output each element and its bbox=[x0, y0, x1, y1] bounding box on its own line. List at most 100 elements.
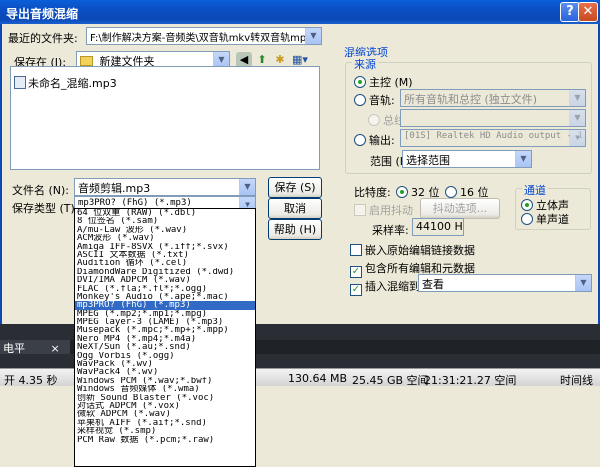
file-name: 未命名_混缩.mp3 bbox=[28, 77, 117, 90]
insert-mix-value: 查看 bbox=[422, 278, 444, 291]
filetype-option[interactable]: DVI/IMA ADPCM (*.wav) bbox=[75, 276, 255, 284]
radio-icon bbox=[368, 114, 380, 126]
radio-icon bbox=[445, 186, 457, 198]
filetype-option[interactable]: FLAC (*.fla;*.fl*;*.ogg) bbox=[75, 285, 255, 293]
checkbox-icon bbox=[354, 204, 366, 216]
filetype-option[interactable]: WavPack4 (*.wv) bbox=[75, 368, 255, 376]
save-button[interactable]: 保存 (S) bbox=[268, 177, 322, 198]
filename-label: 文件名 (N): bbox=[12, 184, 70, 197]
filetype-option[interactable]: 64 位双重 (RAW) (*.dbl) bbox=[75, 209, 255, 217]
output-select: [01S] Realtek HD Audio output - 1 ▼ bbox=[400, 129, 586, 147]
radio-icon bbox=[354, 134, 366, 146]
help-button[interactable]: 帮助 (H) bbox=[268, 219, 322, 240]
track-label: 音轨: bbox=[369, 94, 395, 107]
chevron-down-icon: ▼ bbox=[569, 90, 585, 106]
chevron-down-icon[interactable]: ▼ bbox=[305, 28, 321, 44]
filetype-option[interactable]: DiamondWare Digitized (*.dwd) bbox=[75, 268, 255, 276]
audio-file-icon bbox=[14, 76, 26, 89]
filetype-option[interactable]: 采样视觉 (*.smp) bbox=[75, 427, 255, 435]
tab-close-icon[interactable]: × bbox=[51, 342, 60, 355]
filetype-option[interactable]: mp3PRO? (FhG) (*.mp3) bbox=[75, 301, 255, 310]
filetype-option[interactable]: PCM Raw 数据 (*.pcm;*.raw) bbox=[75, 436, 255, 444]
filetype-option[interactable]: 苹果机 AIFF (*.aif;*.snd) bbox=[75, 419, 255, 427]
radio-icon bbox=[354, 94, 366, 106]
chevron-down-icon[interactable]: ▼ bbox=[239, 179, 255, 195]
chevron-down-icon: ▼ bbox=[569, 110, 585, 126]
filetype-option[interactable]: Ogg Vorbis (*.ogg) bbox=[75, 352, 255, 360]
checkmark-icon: ✓ bbox=[350, 284, 362, 296]
track-select: 所有音轨和总控 (独立文件) ▼ bbox=[400, 89, 586, 107]
output-value: [01S] Realtek HD Audio output - 1 bbox=[404, 131, 583, 141]
filetype-option[interactable]: Nero MP4 (*.mp4;*.m4a) bbox=[75, 335, 255, 343]
window-title: 导出音频混缩 bbox=[6, 7, 79, 21]
insert-mix-select[interactable]: 查看 ▼ bbox=[418, 274, 592, 292]
filetype-option[interactable]: WavPack (*.wv) bbox=[75, 360, 255, 368]
status-memory: 130.64 MB bbox=[288, 372, 348, 385]
track-radio[interactable]: 音轨: bbox=[354, 92, 395, 108]
filetype-option[interactable]: Windows 音频媒体 (*.wma) bbox=[75, 385, 255, 393]
output-radio[interactable]: 输出: bbox=[354, 132, 395, 148]
range-value: 选择范围 bbox=[406, 154, 450, 167]
filetype-option[interactable]: Amiga IFF-8SVX (*.iff;*.svx) bbox=[75, 243, 255, 251]
master-label: 主控 (M) bbox=[369, 76, 413, 89]
filename-value: 音频剪辑.mp3 bbox=[78, 182, 151, 195]
master-radio[interactable]: 主控 (M) bbox=[354, 74, 413, 90]
filetype-option[interactable]: A/mu-Law 波形 (*.wav) bbox=[75, 226, 255, 234]
filetype-option[interactable]: Musepack (*.mpc;*.mp+;*.mpp) bbox=[75, 326, 255, 334]
filetype-option[interactable]: Windows PCM (*.wav;*.bwf) bbox=[75, 377, 255, 385]
mono-label: 单声道 bbox=[536, 213, 569, 226]
track-value: 所有音轨和总控 (独立文件) bbox=[404, 93, 538, 106]
bitdepth-label: 比特度: bbox=[354, 186, 391, 199]
range-select[interactable]: 选择范围 ▼ bbox=[402, 150, 532, 168]
recent-folder-combo[interactable]: F:\制作解决方案-音频类\双音轨mkv转双音轨mpg\新建文件夹 ▼ bbox=[86, 27, 322, 45]
file-list[interactable]: 未命名_混缩.mp3 bbox=[10, 66, 320, 170]
filetype-option[interactable]: MPEG layer-3 (LAME) (*.mp3) bbox=[75, 318, 255, 326]
dither-options-button: 抖动选项... bbox=[420, 198, 500, 219]
chevron-down-icon[interactable]: ▼ bbox=[575, 275, 591, 291]
channel-title: 通道 bbox=[522, 182, 548, 198]
samplerate-value: 44100 Hz bbox=[412, 218, 464, 236]
filetype-option[interactable]: NeXT/Sun (*.au;*.snd) bbox=[75, 343, 255, 351]
filetype-option[interactable]: MPEG (*.mp2;*.mp1;*.mpg) bbox=[75, 310, 255, 318]
recent-folder-label: 最近的文件夹: bbox=[8, 32, 78, 45]
filetype-value: mp3PRO? (FhG) (*.mp3) bbox=[78, 198, 192, 208]
close-button[interactable]: ✕ bbox=[578, 2, 598, 22]
filetype-option[interactable]: Monkey's Audio (*.ape;*.mac) bbox=[75, 293, 255, 301]
mono-radio[interactable]: 单声道 bbox=[521, 211, 569, 227]
filetype-option[interactable]: 创新 Sound Blaster (*.voc) bbox=[75, 394, 255, 402]
insert-mix-label: 插入混缩到: bbox=[365, 280, 424, 293]
levels-tab[interactable]: 电平 × bbox=[0, 340, 70, 355]
embed-checkbox[interactable]: 嵌入原始编辑链接数据 bbox=[350, 242, 475, 258]
radio-icon bbox=[396, 186, 408, 198]
help-title-button[interactable]: ? bbox=[560, 2, 580, 22]
radio-icon bbox=[521, 213, 533, 225]
source-title: 来源 bbox=[352, 56, 378, 72]
filetype-dropdown-list[interactable]: 64 位双重 (RAW) (*.dbl) 8 位签名 (*.sam) A/mu-La… bbox=[74, 208, 256, 467]
cancel-button[interactable]: 取消 bbox=[268, 198, 322, 219]
filename-input[interactable]: 音频剪辑.mp3 ▼ bbox=[74, 178, 256, 196]
filetype-option[interactable]: Audition 循环 (*.cel) bbox=[75, 259, 255, 267]
radio-icon bbox=[354, 76, 366, 88]
filetype-option[interactable]: ASCII 文本数据 (*.txt) bbox=[75, 251, 255, 259]
embed-label: 嵌入原始编辑链接数据 bbox=[365, 244, 475, 257]
recent-folder-value: F:\制作解决方案-音频类\双音轨mkv转双音轨mpg\新建文件夹 bbox=[90, 33, 321, 44]
title-bar[interactable]: 导出音频混缩 ? ✕ bbox=[0, 0, 600, 24]
filetype-option[interactable]: 对话式 ADPCM (*.vox) bbox=[75, 402, 255, 410]
filetype-option[interactable]: ACM波形 (*.wav) bbox=[75, 234, 255, 242]
levels-tab-label: 电平 bbox=[3, 342, 25, 355]
filetype-option[interactable]: 微软 ADPCM (*.wav) bbox=[75, 410, 255, 418]
checkbox-icon bbox=[350, 244, 362, 256]
dither-checkbox: 启用抖动 bbox=[354, 202, 413, 218]
checkmark-icon: ✓ bbox=[350, 266, 362, 278]
radio-icon bbox=[521, 199, 533, 211]
samplerate-label: 采样率: bbox=[372, 224, 409, 237]
folder-icon bbox=[80, 56, 93, 66]
list-item[interactable]: 未命名_混缩.mp3 bbox=[14, 75, 117, 91]
output-label: 输出: bbox=[369, 134, 395, 147]
bus-select: ▼ bbox=[400, 109, 586, 127]
chevron-down-icon: ▼ bbox=[569, 130, 585, 146]
chevron-down-icon[interactable]: ▼ bbox=[515, 151, 531, 167]
insert-mix-checkbox[interactable]: ✓ 插入混缩到: bbox=[350, 278, 424, 296]
filetype-option[interactable]: 8 位签名 (*.sam) bbox=[75, 217, 255, 225]
filetype-label: 保存类型 (T): bbox=[12, 202, 79, 215]
